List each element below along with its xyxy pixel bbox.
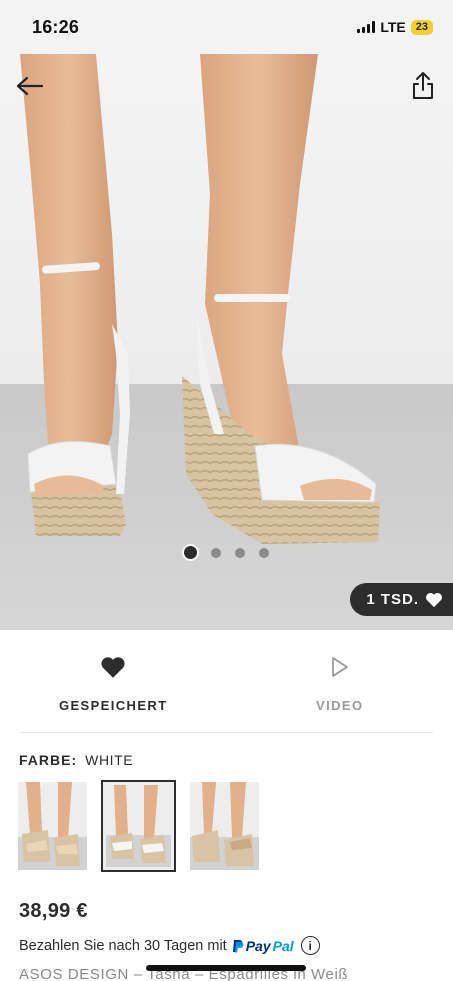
signal-icon bbox=[357, 21, 376, 33]
heart-filled-icon bbox=[100, 654, 126, 680]
saved-count-label: 1 TSD. bbox=[366, 591, 419, 608]
status-indicators: LTE 23 bbox=[357, 19, 433, 35]
colour-thumbnail-selected[interactable] bbox=[101, 780, 176, 872]
colour-key: FARBE: bbox=[19, 752, 78, 768]
pagination-dot[interactable] bbox=[259, 547, 269, 558]
paypal-text: Bezahlen Sie nach 30 Tagen mit bbox=[19, 937, 227, 954]
home-indicator[interactable] bbox=[146, 965, 306, 971]
save-button[interactable]: GESPEICHERT bbox=[0, 630, 227, 732]
paypal-icon bbox=[232, 939, 244, 952]
paypal-brand-pal: Pal bbox=[272, 937, 294, 954]
paypal-later-banner: Bezahlen Sie nach 30 Tagen mit Pay Pal i bbox=[19, 936, 320, 955]
paypal-brand-pay: Pay bbox=[245, 937, 271, 954]
product-price: 38,99 € bbox=[19, 900, 88, 922]
back-arrow-icon[interactable] bbox=[14, 72, 46, 100]
product-actions: GESPEICHERT VIDEO bbox=[0, 630, 453, 732]
heart-icon bbox=[426, 592, 442, 607]
colour-selector-label: FARBE: WHITE bbox=[19, 752, 133, 768]
colour-thumbnail[interactable] bbox=[190, 782, 259, 870]
video-button[interactable]: VIDEO bbox=[227, 630, 453, 732]
network-label: LTE bbox=[380, 19, 406, 35]
status-bar: 16:26 LTE 23 bbox=[0, 0, 453, 54]
status-time: 16:26 bbox=[32, 17, 80, 37]
video-button-label: VIDEO bbox=[316, 698, 364, 713]
gallery-pagination bbox=[0, 546, 453, 559]
colour-value: WHITE bbox=[85, 752, 134, 768]
colour-thumbnails bbox=[18, 780, 259, 872]
pagination-dot[interactable] bbox=[235, 547, 245, 558]
info-icon[interactable]: i bbox=[300, 936, 320, 955]
pagination-dot[interactable] bbox=[184, 546, 197, 559]
pagination-dot[interactable] bbox=[211, 547, 221, 558]
saved-count-badge: 1 TSD. bbox=[350, 583, 453, 616]
product-image-gallery[interactable]: 1 TSD. bbox=[0, 54, 453, 630]
paypal-logo: Pay Pal bbox=[232, 938, 294, 954]
battery-icon: 23 bbox=[410, 19, 433, 35]
share-icon[interactable] bbox=[409, 70, 437, 102]
colour-thumbnail[interactable] bbox=[18, 782, 87, 870]
product-photo bbox=[0, 54, 453, 630]
save-button-label: GESPEICHERT bbox=[58, 698, 168, 713]
divider bbox=[20, 732, 433, 733]
play-icon bbox=[330, 654, 350, 680]
